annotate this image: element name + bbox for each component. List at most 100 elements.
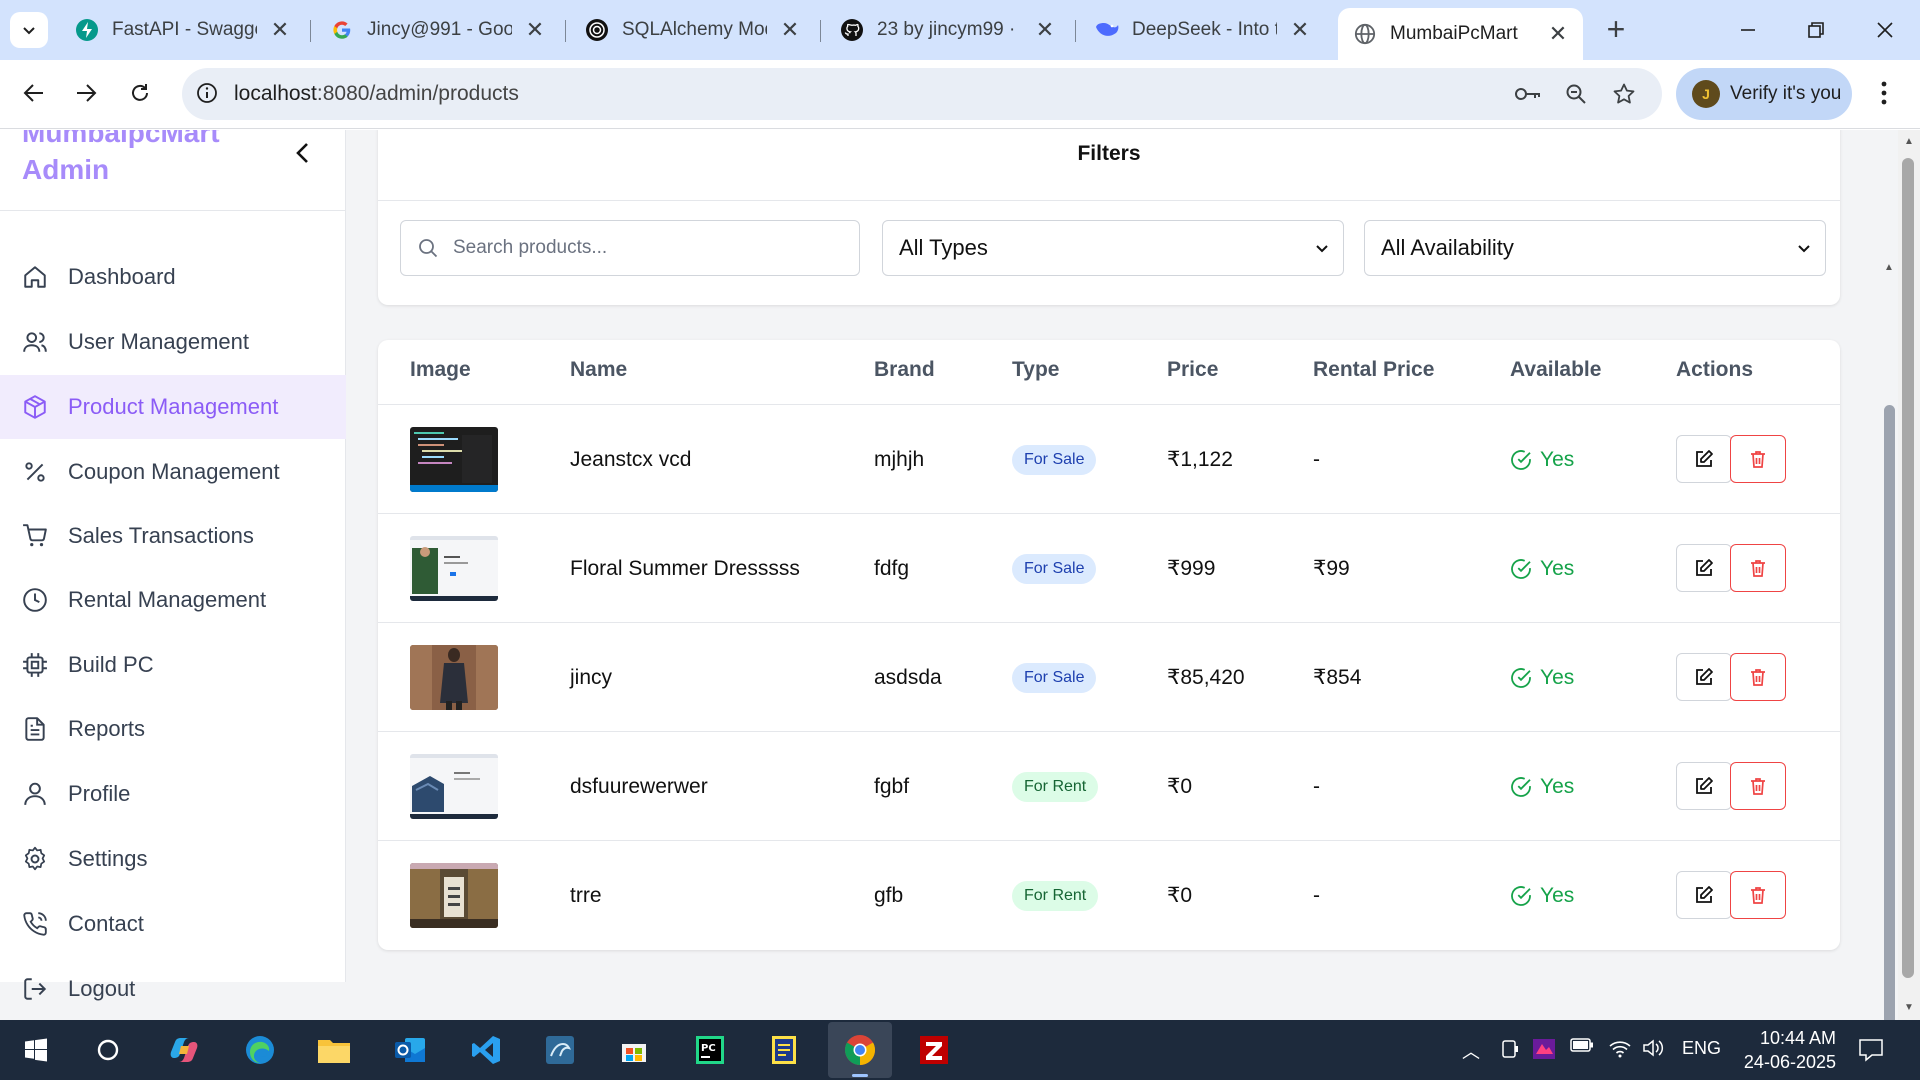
search-taskbar-button[interactable] xyxy=(86,1028,130,1072)
edit-button[interactable] xyxy=(1676,871,1732,919)
sidebar-item-label: Logout xyxy=(68,976,136,1001)
product-name: trre xyxy=(570,883,602,907)
sidebar-collapse-button[interactable] xyxy=(292,140,314,166)
sidebar-item-profile[interactable]: Profile xyxy=(0,762,346,826)
percent-icon xyxy=(25,462,45,482)
page-scrollbar[interactable]: ▲ ▼ xyxy=(1882,260,1898,1020)
availability-filter-select[interactable]: All Availability xyxy=(1364,220,1826,276)
availability-status: Yes xyxy=(1510,514,1574,623)
scroll-up-arrow-icon[interactable]: ▲ xyxy=(1884,262,1894,273)
sidebar-item-contact[interactable]: Contact xyxy=(0,892,346,956)
edit-button[interactable] xyxy=(1676,762,1732,810)
close-icon[interactable]: ✕ xyxy=(524,17,546,43)
edit-button[interactable] xyxy=(1676,544,1732,592)
tray-app-icon[interactable] xyxy=(1532,1038,1556,1060)
delete-button[interactable] xyxy=(1730,871,1786,919)
forward-button[interactable] xyxy=(66,73,106,113)
pycharm-app[interactable]: PC xyxy=(688,1028,732,1072)
delete-button[interactable] xyxy=(1730,762,1786,810)
minimize-button[interactable] xyxy=(1718,10,1778,50)
zoom-icon[interactable] xyxy=(1562,80,1590,108)
delete-button[interactable] xyxy=(1730,653,1786,701)
tab-google[interactable]: Jincy@991 - Google Search ✕ xyxy=(315,9,560,51)
column-header-actions: Actions xyxy=(1676,358,1754,381)
product-price: ₹0 xyxy=(1167,884,1193,907)
bookmark-star-icon[interactable] xyxy=(1610,80,1638,108)
close-icon[interactable]: ✕ xyxy=(779,17,801,43)
profile-button[interactable]: J Verify it's you xyxy=(1676,68,1852,120)
sidebar-item-product-management[interactable]: Product Management xyxy=(0,375,346,439)
sidebar-item-user-management[interactable]: User Management xyxy=(0,310,346,374)
tab-search-button[interactable] xyxy=(10,12,48,48)
chrome-app[interactable] xyxy=(828,1022,892,1078)
close-icon[interactable]: ✕ xyxy=(269,17,291,43)
volume-icon[interactable] xyxy=(1642,1038,1664,1058)
window-close-button[interactable] xyxy=(1855,10,1915,50)
tray-device-icon[interactable] xyxy=(1500,1038,1520,1060)
file-explorer-app[interactable] xyxy=(312,1028,356,1072)
github-icon xyxy=(839,17,865,43)
restore-button[interactable] xyxy=(1786,10,1846,50)
mysql-workbench-app[interactable] xyxy=(538,1028,582,1072)
show-hidden-icons-button[interactable]: ︿ xyxy=(1462,1038,1480,1064)
tab-sqlalchemy[interactable]: SQLAlchemy Models ✕ xyxy=(570,9,815,51)
search-box[interactable] xyxy=(400,220,860,276)
copilot-app[interactable] xyxy=(162,1028,206,1072)
tab-title: 23 by jincym99 · Pull Request xyxy=(877,19,1022,40)
outlook-app[interactable] xyxy=(388,1028,432,1072)
type-badge-cell: For Sale xyxy=(1012,405,1097,514)
scroll-up-arrow-icon[interactable]: ▲ xyxy=(1904,136,1914,147)
type-filter-select[interactable]: All Types xyxy=(882,220,1344,276)
sidebar-item-build-pc[interactable]: Build PC xyxy=(0,633,346,697)
address-bar[interactable]: localhost:8080/admin/products xyxy=(182,68,1662,120)
browser-menu-button[interactable] xyxy=(1872,78,1896,108)
vscode-app[interactable] xyxy=(464,1028,508,1072)
tab-mumbaipcmart[interactable]: MumbaiPcMart ✕ xyxy=(1338,8,1583,60)
edit-button[interactable] xyxy=(1676,653,1732,701)
scroll-down-arrow-icon[interactable]: ▼ xyxy=(1904,1002,1914,1013)
search-input[interactable] xyxy=(453,237,833,259)
scrollbar-thumb[interactable] xyxy=(1884,405,1895,1020)
product-brand: gfb xyxy=(874,883,904,907)
edit-button[interactable] xyxy=(1676,435,1732,483)
tab-fastapi[interactable]: FastAPI - Swagger UI ✕ xyxy=(60,9,305,51)
notes-app[interactable] xyxy=(762,1028,806,1072)
product-rental-price: - xyxy=(1313,774,1320,798)
sidebar-item-sales-transactions[interactable]: Sales Transactions xyxy=(0,504,346,568)
new-tab-button[interactable]: + xyxy=(1598,12,1634,48)
close-icon[interactable]: ✕ xyxy=(1289,17,1311,43)
tab-deepseek[interactable]: DeepSeek - Into the Unknown ✕ xyxy=(1080,9,1325,51)
window-scrollbar[interactable]: ▲ ▼ xyxy=(1898,130,1920,1020)
microsoft-store-app[interactable] xyxy=(612,1028,656,1072)
sidebar-item-reports[interactable]: Reports xyxy=(0,697,346,761)
cpu-icon xyxy=(23,653,47,677)
sidebar-item-label: Rental Management xyxy=(68,587,267,612)
sidebar-item-logout[interactable]: Logout xyxy=(0,957,346,1020)
sidebar-item-dashboard[interactable]: Dashboard xyxy=(0,245,346,309)
delete-button[interactable] xyxy=(1730,435,1786,483)
windows-logo-icon xyxy=(25,1038,47,1062)
back-button[interactable] xyxy=(14,73,54,113)
battery-icon[interactable] xyxy=(1570,1038,1594,1052)
edge-app[interactable] xyxy=(238,1028,282,1072)
url-text[interactable]: localhost:8080/admin/products xyxy=(234,82,519,106)
sidebar-item-coupon-management[interactable]: Coupon Management xyxy=(0,440,346,504)
sidebar-item-settings[interactable]: Settings xyxy=(0,827,346,891)
wifi-icon[interactable] xyxy=(1608,1038,1632,1058)
close-icon[interactable]: ✕ xyxy=(1034,17,1056,43)
tab-github[interactable]: 23 by jincym99 · Pull Request ✕ xyxy=(825,9,1070,51)
close-icon[interactable]: ✕ xyxy=(1547,21,1569,47)
start-button[interactable] xyxy=(14,1028,58,1072)
site-info-icon[interactable] xyxy=(196,82,218,104)
reload-button[interactable] xyxy=(120,73,160,113)
notifications-button[interactable] xyxy=(1858,1038,1884,1062)
column-header-name: Name xyxy=(570,358,628,381)
filezilla-app[interactable] xyxy=(912,1028,956,1072)
folder-icon xyxy=(318,1040,350,1063)
password-key-icon[interactable] xyxy=(1514,80,1542,108)
sqlalchemy-icon xyxy=(584,17,610,43)
delete-button[interactable] xyxy=(1730,544,1786,592)
scrollbar-thumb[interactable] xyxy=(1902,158,1914,978)
sidebar-item-rental-management[interactable]: Rental Management xyxy=(0,568,346,632)
system-clock[interactable]: 10:44 AM 24-06-2025 xyxy=(1716,1026,1836,1074)
